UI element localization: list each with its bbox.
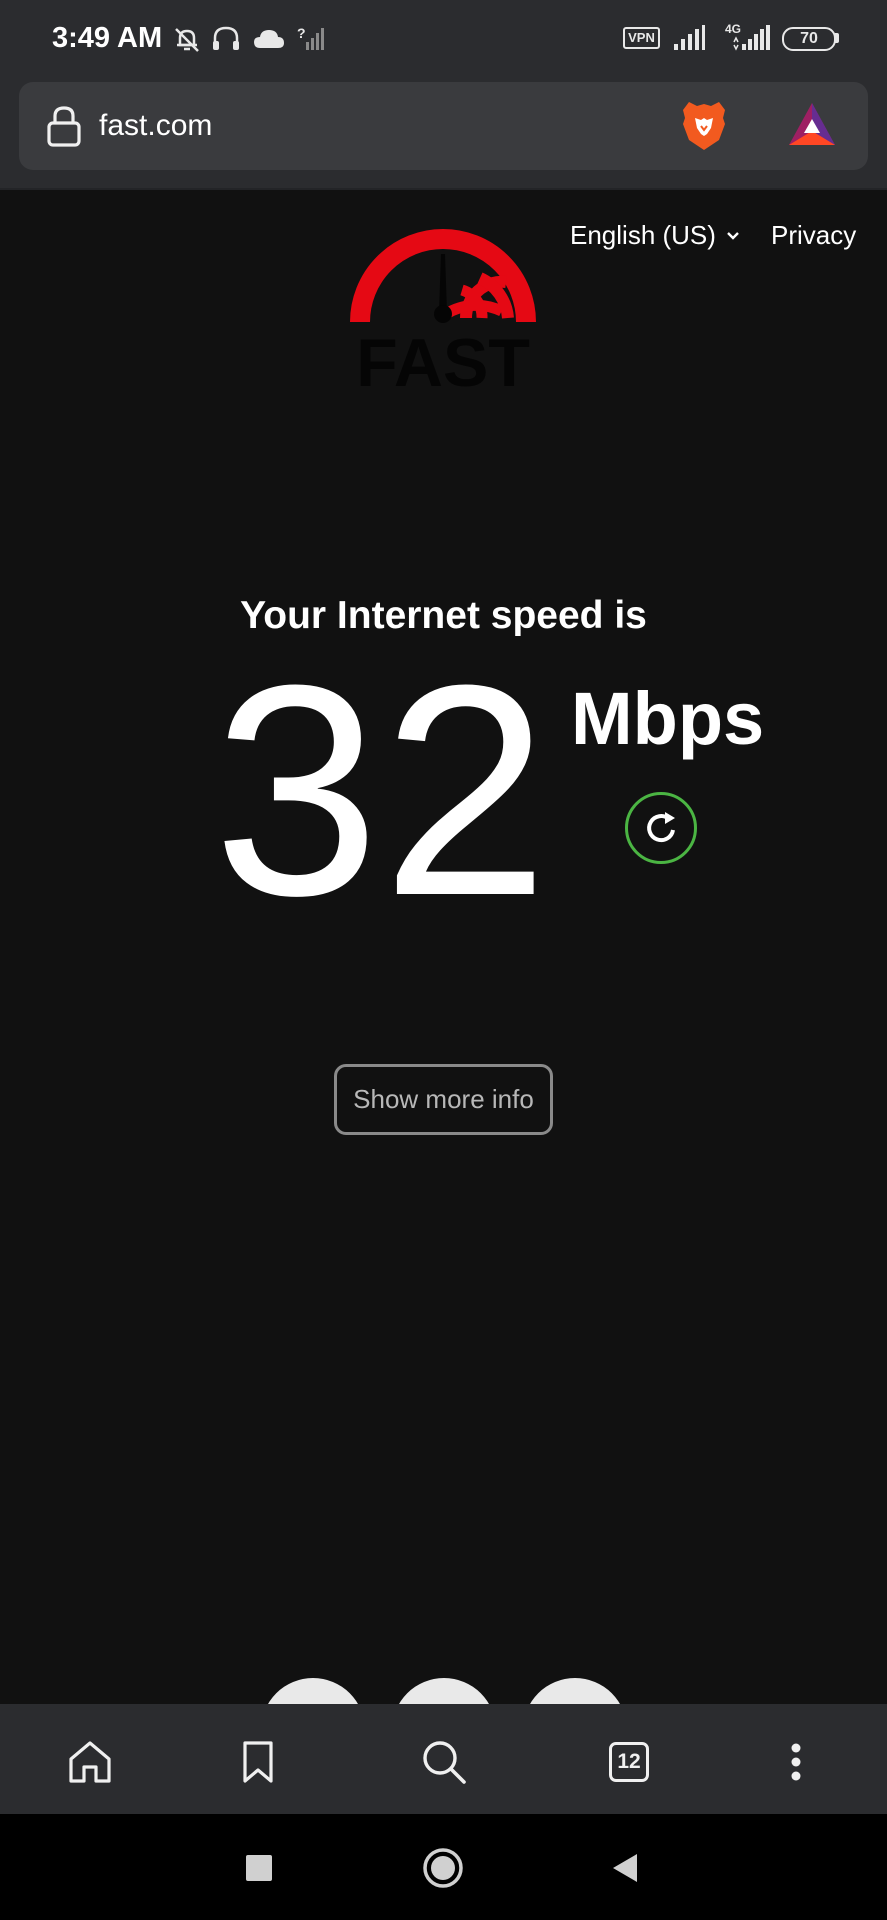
refresh-icon [647, 812, 675, 843]
bottom-toolbar: 12 [0, 1704, 887, 1814]
headset-icon [213, 26, 239, 50]
tabs-count: 12 [609, 1742, 649, 1782]
recents-button[interactable] [231, 1840, 287, 1896]
battery-tip [835, 33, 839, 43]
brave-rewards-icon[interactable] [787, 101, 837, 149]
signal-4g-icon [733, 25, 770, 51]
chevron-down-icon [727, 231, 739, 240]
menu-button[interactable] [768, 1734, 824, 1790]
tabs-button[interactable]: 12 [601, 1734, 657, 1790]
show-more-info-button[interactable]: Show more info [334, 1064, 553, 1135]
cloud-icon [254, 30, 284, 48]
toolbar-divider [0, 188, 887, 190]
recents-icon [246, 1855, 272, 1881]
svg-text:?: ? [297, 25, 306, 41]
bookmarks-button[interactable] [230, 1734, 286, 1790]
fast-logo-text: FAST [356, 325, 530, 392]
vpn-badge: VPN [623, 27, 660, 49]
status-bar: 3:49 AM ? VPN 4G 70 [0, 0, 887, 78]
privacy-link[interactable]: Privacy [771, 220, 856, 251]
home-circle-icon [423, 1848, 463, 1888]
url-bar[interactable]: fast.com [19, 82, 868, 170]
bell-muted-icon [175, 28, 199, 52]
brave-shields-icon[interactable] [679, 98, 729, 154]
lock-icon[interactable] [45, 104, 83, 148]
search-button[interactable] [416, 1734, 472, 1790]
bookmark-icon [243, 1741, 273, 1783]
home-icon [69, 1741, 111, 1783]
url-text[interactable]: fast.com [99, 109, 212, 143]
more-vertical-icon [791, 1743, 801, 1781]
browser-toolbar: fast.com [0, 78, 887, 190]
signal-icon [674, 25, 705, 50]
speed-units: Mbps [571, 677, 765, 760]
refresh-button[interactable] [625, 792, 697, 864]
battery-indicator: 70 [782, 27, 836, 51]
home-nav-button[interactable] [415, 1840, 471, 1896]
back-button[interactable] [597, 1840, 653, 1896]
back-icon [613, 1854, 637, 1882]
home-button[interactable] [62, 1734, 118, 1790]
status-time: 3:49 AM [52, 22, 163, 54]
language-label: English (US) [570, 220, 716, 250]
search-icon [423, 1741, 466, 1784]
system-nav-bar [0, 1814, 887, 1920]
fast-logo[interactable]: FAST [348, 218, 538, 392]
speed-value: 32 [213, 622, 551, 958]
language-selector[interactable]: English (US) [570, 220, 740, 251]
no-signal-icon: ? [297, 25, 324, 50]
